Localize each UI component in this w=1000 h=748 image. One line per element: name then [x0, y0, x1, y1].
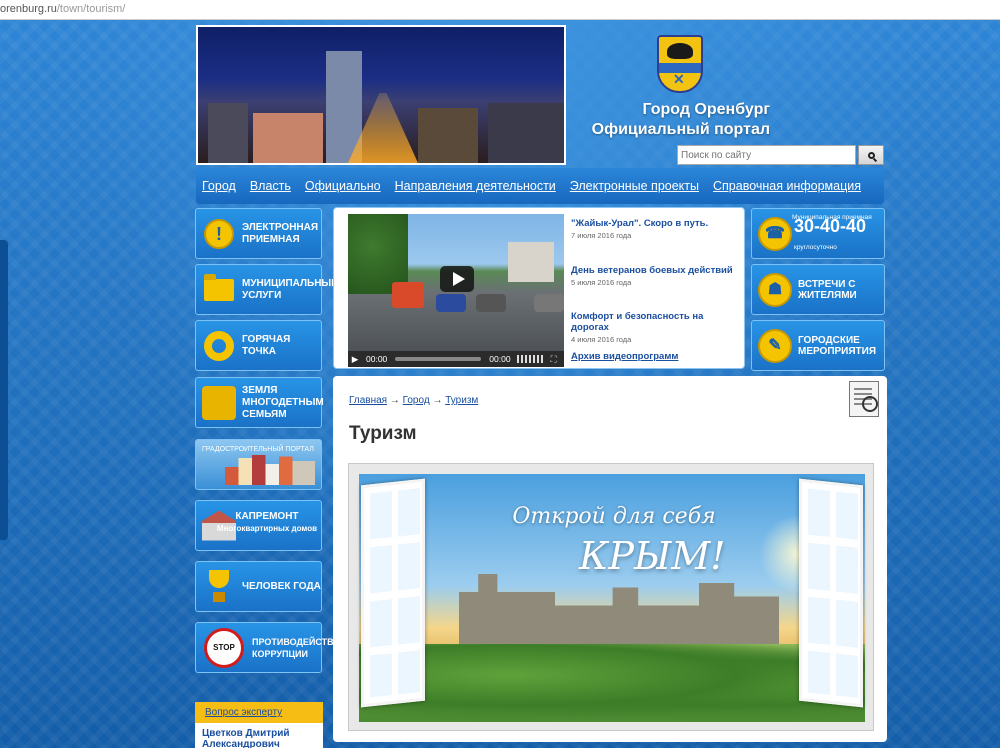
municipal-reception-phone[interactable]: ☎ Муниципальная приемная 30-40-40 кругло…: [751, 208, 885, 259]
breadcrumb: Главная → Город → Туризм: [349, 395, 479, 406]
main-content: Главная → Город → Туризм Туризм Открой д…: [333, 376, 887, 742]
play-icon[interactable]: [440, 266, 474, 292]
sidebar-item-municipal-services[interactable]: Муниципальные услуги: [195, 264, 338, 315]
main-nav: Город Власть Официально Направления деят…: [196, 168, 884, 204]
video-news-date: 4 июля 2016 года: [571, 335, 632, 344]
window-shutter-left: [361, 478, 425, 708]
sidebar-item-label: Противодействие коррупции: [252, 636, 347, 659]
crimea-banner[interactable]: Открой для себя КРЫМ!: [348, 463, 874, 731]
exclamation-icon: !: [204, 218, 234, 249]
sidebar-item-label: Встречи с жителями: [798, 278, 857, 301]
fullscreen-icon[interactable]: ⛶: [551, 354, 557, 365]
sidebar-item-city-events[interactable]: ✎ Городские мероприятия: [751, 320, 885, 371]
video-news-item[interactable]: День ветеранов боевых действий 5 июля 20…: [571, 265, 739, 287]
video-news-date: 5 июля 2016 года: [571, 278, 632, 287]
phone-note: круглосуточно: [794, 244, 837, 251]
video-news-title: "Жайык-Урал". Скоро в путь.: [571, 218, 709, 229]
banner-slogan-line2: КРЫМ!: [579, 534, 726, 578]
sidebar-item-urban-planning-portal[interactable]: Градостроительный портал: [195, 439, 322, 490]
video-time-current: 00:00: [366, 354, 388, 364]
people-icon: ☗: [758, 272, 792, 307]
document-search-icon[interactable]: [849, 381, 879, 417]
window-shutter-right: [799, 478, 863, 708]
site-title-line2: Официальный портал: [591, 121, 770, 138]
header-city-photo: [196, 25, 566, 165]
sidebar-item-person-of-year[interactable]: Человек года: [195, 561, 322, 612]
video-news-title: День ветеранов боевых действий: [571, 265, 733, 276]
video-news-date: 7 июля 2016 года: [571, 231, 632, 240]
video-panel: ▶ 00:00 00:00 ⛶ "Жайык-Урал". Скоро в пу…: [333, 207, 745, 369]
url-domain: orenburg.ru: [0, 3, 57, 15]
video-controls: ▶ 00:00 00:00 ⛶: [348, 351, 564, 367]
banner-slogan-line1: Открой для себя: [512, 504, 716, 529]
family-icon: [202, 385, 236, 420]
expert-question-link[interactable]: Вопрос эксперту: [195, 702, 323, 723]
city-coat-of-arms-icon: ✕: [657, 35, 703, 93]
nav-item-activities[interactable]: Направления деятельности: [395, 179, 556, 193]
sidebar-item-sublabel: Многоквартирных домов: [216, 524, 317, 533]
nav-item-authority[interactable]: Власть: [250, 179, 291, 193]
sidebar-item-meetings[interactable]: ☗ Встречи с жителями: [751, 264, 885, 315]
sidebar-item-label: Горячая точка: [242, 333, 291, 357]
video-news-title: Комфорт и безопасность на дорогах: [571, 311, 704, 333]
nav-item-reference[interactable]: Справочная информация: [713, 179, 861, 193]
video-player[interactable]: [348, 214, 564, 357]
sidebar-item-hot-spot[interactable]: Горячая точка: [195, 320, 322, 371]
nav-item-city[interactable]: Город: [202, 179, 236, 193]
sidebar-item-anti-corruption[interactable]: STOP Противодействие коррупции: [195, 622, 346, 673]
sidebar-item-land-for-families[interactable]: Земля многодетным семьям: [195, 377, 324, 428]
site-title[interactable]: Город Оренбург Официальный портал: [570, 100, 770, 140]
sidebar-item-major-repair[interactable]: Капремонт Многоквартирных домов: [195, 500, 322, 551]
sidebar-item-label: Муниципальные услуги: [242, 277, 338, 301]
sidebar-item-label: Человек года: [242, 580, 321, 592]
city-icon: [225, 455, 315, 485]
sidebar-item-label: Электронная приемная: [242, 221, 319, 245]
trophy-icon: [206, 569, 232, 604]
sidebar-item-e-reception[interactable]: ! Электронная приемная: [195, 208, 322, 259]
video-news-item[interactable]: Комфорт и безопасность на дорогах 4 июля…: [571, 311, 739, 344]
ring-icon: [204, 330, 234, 361]
breadcrumb-tourism[interactable]: Туризм: [445, 395, 478, 406]
volume-icon[interactable]: [516, 355, 545, 363]
sidebar-item-label: Земля многодетным семьям: [242, 384, 324, 420]
video-time-total: 00:00: [489, 354, 511, 364]
page-title: Туризм: [349, 423, 417, 444]
expert-question-box: Вопрос эксперту Цветков Дмитрий Александ…: [195, 702, 323, 748]
video-seek-bar[interactable]: [395, 357, 482, 361]
stop-sign-icon: STOP: [204, 627, 244, 668]
expert-name[interactable]: Цветков Дмитрий Александрович: [195, 723, 323, 748]
video-news-item[interactable]: "Жайык-Урал". Скоро в путь. 7 июля 2016 …: [571, 218, 739, 240]
breadcrumb-home[interactable]: Главная: [349, 395, 387, 406]
sidebar-item-label: Капремонт: [235, 511, 299, 522]
site-title-line1: Город Оренбург: [642, 101, 770, 118]
event-icon: ✎: [758, 328, 792, 363]
url-path: /town/tourism/: [56, 3, 126, 15]
search-icon: [867, 151, 875, 159]
phone-number: 30-40-40: [794, 216, 867, 236]
sidebar-item-label: Городские мероприятия: [798, 334, 877, 357]
play-small-icon[interactable]: ▶: [348, 354, 362, 365]
sidebar-item-label: Градостроительный портал: [202, 446, 314, 453]
folder-icon: [204, 273, 234, 301]
search-input[interactable]: [677, 145, 856, 165]
nav-item-e-projects[interactable]: Электронные проекты: [570, 179, 699, 193]
search-button[interactable]: [858, 145, 884, 165]
phone-icon: ☎: [758, 216, 792, 251]
browser-address-bar[interactable]: orenburg.ru/town/tourism/: [0, 0, 1000, 20]
side-panel-tab[interactable]: [0, 240, 8, 540]
nav-item-official[interactable]: Официально: [305, 179, 381, 193]
video-archive-link[interactable]: Архив видеопрограмм: [571, 351, 678, 362]
breadcrumb-city[interactable]: Город: [403, 395, 430, 406]
